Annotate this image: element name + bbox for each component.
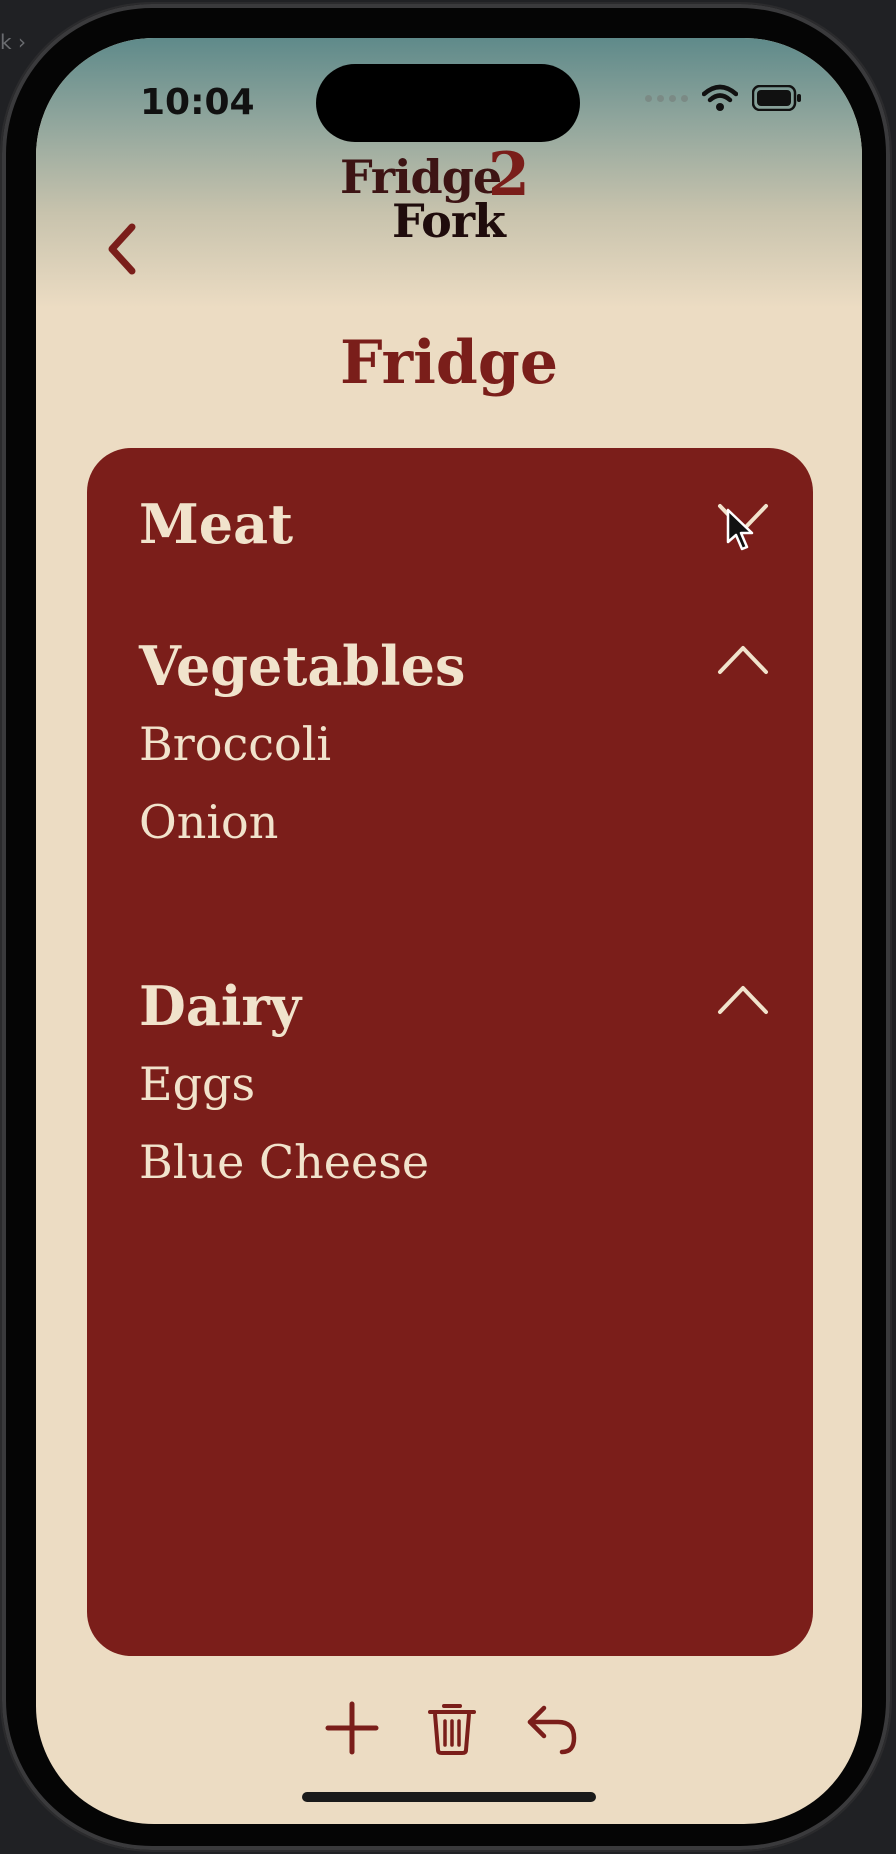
status-time: 10:04 [140,82,255,123]
status-icons [645,84,802,112]
list-item[interactable]: Broccoli [139,714,769,792]
phone-frame: 10:04 Fridge 2 Fork Fridge Meat Vegetabl… [2,4,890,1850]
list-item[interactable]: Onion [139,792,769,870]
dynamic-island [316,64,580,142]
undo-icon[interactable] [522,1698,582,1758]
chevron-up-icon[interactable] [715,640,771,680]
category-meat: Meat [139,492,769,572]
app-logo: Fridge 2 Fork [336,140,576,280]
app-screen: 10:04 Fridge 2 Fork Fridge Meat Vegetabl… [36,38,862,1824]
chevron-up-icon[interactable] [715,980,771,1020]
category-title: Dairy [139,974,302,1038]
category-dairy: Dairy Eggs Blue Cheese [139,974,769,1210]
background-fragment: k › [0,30,26,54]
trash-icon[interactable] [422,1698,482,1758]
plus-icon[interactable] [322,1698,382,1758]
fridge-categories-card: Meat Vegetables Broccoli Onion Dairy Egg… [87,448,813,1656]
bottom-toolbar [36,1698,862,1778]
page-title: Fridge [339,328,559,398]
back-button[interactable] [94,214,150,284]
chevron-left-icon [108,223,136,275]
category-title: Meat [139,492,294,556]
cellular-signal-icon [645,94,688,102]
category-header[interactable]: Meat [139,492,769,572]
category-vegetables: Vegetables Broccoli Onion [139,634,769,870]
category-header[interactable]: Dairy [139,974,769,1054]
category-header[interactable]: Vegetables [139,634,769,714]
battery-icon [752,85,801,111]
list-item[interactable]: Blue Cheese [139,1132,769,1210]
mouse-pointer-icon [726,508,754,551]
logo-word-fork: Fork [392,194,506,248]
home-indicator[interactable] [302,1792,596,1802]
category-title: Vegetables [139,634,466,698]
wifi-icon [702,84,738,111]
list-item[interactable]: Eggs [139,1054,769,1132]
